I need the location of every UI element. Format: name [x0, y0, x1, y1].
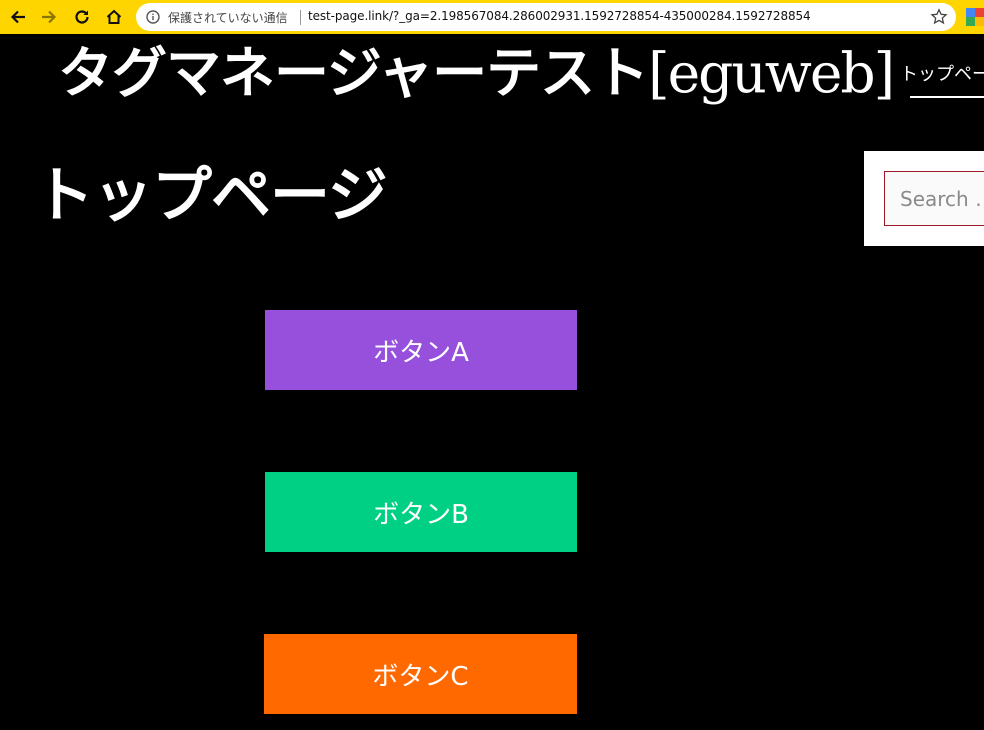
search-widget — [864, 151, 984, 246]
security-status-text[interactable]: 保護されていない通信 — [168, 9, 288, 26]
url-text[interactable]: test-page.link/?_ga=2.198567084.28600293… — [308, 9, 811, 23]
page-title: トップページ — [34, 161, 388, 231]
site-title[interactable]: タグマネージャーテスト[eguweb] — [58, 38, 895, 108]
forward-arrow-icon — [42, 10, 57, 24]
home-button[interactable] — [102, 5, 126, 29]
reload-button[interactable] — [70, 5, 94, 29]
site-title-jp: タグマネージャーテスト — [58, 41, 649, 105]
search-input[interactable] — [884, 171, 984, 226]
reload-icon — [75, 10, 89, 24]
back-button[interactable] — [6, 5, 30, 29]
address-bar[interactable]: 保護されていない通信 test-page.link/?_ga=2.1985670… — [136, 3, 956, 31]
button-b[interactable]: ボタンB — [265, 472, 577, 552]
site-title-latin: [eguweb] — [648, 41, 895, 105]
browser-toolbar: 保護されていない通信 test-page.link/?_ga=2.1985670… — [0, 0, 984, 34]
back-arrow-icon — [10, 10, 25, 24]
address-separator — [300, 10, 301, 25]
nav-item-top-page[interactable]: トップペー — [900, 60, 984, 86]
button-a[interactable]: ボタンA — [265, 310, 577, 390]
extension-icon[interactable] — [966, 8, 984, 26]
home-icon — [106, 9, 122, 24]
button-c[interactable]: ボタンC — [264, 634, 577, 714]
forward-button[interactable] — [37, 5, 61, 29]
info-icon[interactable] — [146, 10, 160, 24]
bookmark-star-icon[interactable] — [930, 8, 948, 26]
nav-active-underline — [910, 96, 984, 98]
